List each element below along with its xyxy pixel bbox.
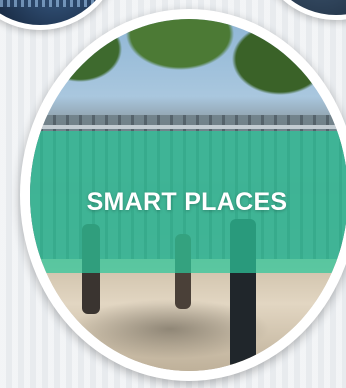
smart-places-photo <box>30 19 346 371</box>
smart-places-page: SMART PLACES <box>0 0 346 388</box>
pedestrian <box>175 234 191 309</box>
pedestrian <box>82 224 100 314</box>
neighbor-tile-right[interactable] <box>256 0 346 20</box>
pedestrian <box>230 219 256 369</box>
